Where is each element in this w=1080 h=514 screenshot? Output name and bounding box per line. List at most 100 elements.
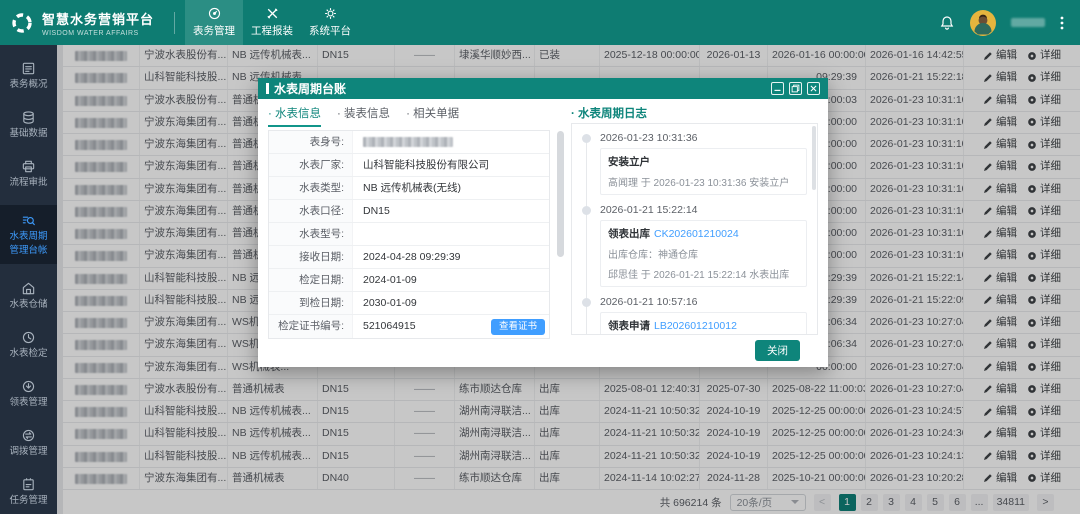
- modal-tab[interactable]: · 相关单据: [406, 105, 459, 127]
- log-document-link[interactable]: LB202601210012: [654, 320, 737, 332]
- approval-icon: [21, 159, 36, 174]
- top-nav-item[interactable]: 系统平台: [301, 0, 359, 45]
- modal-tab[interactable]: · 装表信息: [337, 105, 390, 127]
- meter-cycle-modal: 水表周期台账 · 水表信息· 装表信息· 相关单据 表身号:水表厂家:山科智能科…: [258, 78, 828, 367]
- log-action-name: 安装立户: [608, 156, 650, 168]
- form-label: 检定日期:: [269, 269, 353, 291]
- more-menu-icon[interactable]: [1060, 15, 1064, 31]
- form-label: 水表类型:: [269, 177, 353, 199]
- modal-tabs: · 水表信息 · 装表信息 · 相关单据: [268, 105, 550, 127]
- log-title: · 水表周期日志: [571, 105, 818, 123]
- modal-footer: 关闭: [258, 341, 828, 367]
- logo-text: 智慧水务营销平台 WISDOM WATER AFFAIRS: [42, 9, 154, 37]
- form-label: 表身号:: [269, 131, 353, 153]
- sidebar-item[interactable]: 水表仓储: [0, 278, 57, 313]
- logo-icon: [10, 11, 34, 35]
- header-divider: [174, 12, 175, 34]
- warehouse-icon: [21, 281, 36, 296]
- form-value-text: 2024-04-28 09:29:39: [363, 251, 461, 263]
- close-button[interactable]: 关闭: [755, 340, 800, 361]
- log-box: 2026-01-23 10:31:36 安装立户高闻理 于 2026-01-23 …: [571, 123, 818, 335]
- sidebar-item-label: 领表管理: [9, 397, 47, 408]
- form-value: 2030-01-09: [353, 292, 549, 314]
- close-button[interactable]: [807, 82, 820, 95]
- view-certificate-button[interactable]: 查看证书: [491, 319, 545, 335]
- top-nav-item[interactable]: 工程报装: [243, 0, 301, 45]
- sidebar-item[interactable]: 表务概况: [0, 58, 57, 93]
- form-value: DN15: [353, 200, 549, 222]
- logo-subtitle: WISDOM WATER AFFAIRS: [42, 30, 154, 37]
- redacted-meter-body-no: [363, 137, 453, 147]
- top-nav-label: 系统平台: [309, 23, 351, 38]
- sidebar-item[interactable]: 流程审批: [0, 156, 57, 191]
- close-icon: [809, 84, 818, 93]
- modal-header[interactable]: 水表周期台账: [258, 78, 828, 99]
- restore-icon: [791, 84, 800, 93]
- search-icon: [21, 213, 36, 228]
- form-value-text: 山科智能科技股份有限公司: [363, 159, 489, 171]
- modal-title: 水表周期台账: [274, 80, 346, 97]
- minimize-icon: [773, 84, 782, 93]
- log-entry: 2026-01-21 15:22:14领表出库CK202601210024出库仓…: [600, 204, 811, 287]
- form-row: 表身号:: [269, 131, 549, 154]
- form-label: 到检日期:: [269, 292, 353, 314]
- form-label: 水表口径:: [269, 200, 353, 222]
- log-scrollbar[interactable]: [812, 126, 816, 190]
- transfer-icon: [21, 428, 36, 443]
- log-card-line: 邱思佳 于 2026-01-21 15:22:14 水表出库: [608, 266, 799, 281]
- header-right: [939, 10, 1080, 36]
- timeline-dot-icon: [582, 134, 591, 143]
- form-row: 水表类型:NB 远传机械表(无线): [269, 177, 549, 200]
- form-value-text: DN15: [363, 205, 390, 217]
- log-time: 2026-01-23 10:31:36: [600, 132, 811, 144]
- form-label: 检定证书编号:: [269, 315, 353, 338]
- logo: 智慧水务营销平台 WISDOM WATER AFFAIRS: [0, 9, 164, 37]
- sidebar-item[interactable]: 基础数据: [0, 107, 57, 142]
- database-icon: [21, 110, 36, 125]
- log-card: 领表申请LB202601210012邱思佳 于 2026-01-21 10:57…: [600, 312, 807, 335]
- sidebar-item-label: 基础数据: [9, 128, 47, 139]
- form-value: 山科智能科技股份有限公司: [353, 154, 549, 176]
- modal-tab[interactable]: · 水表信息: [268, 105, 321, 127]
- form-value-text: 2024-01-09: [363, 274, 417, 286]
- form-value-text: 2030-01-09: [363, 297, 417, 309]
- form-value: 521064915查看证书: [353, 315, 549, 338]
- log-document-link[interactable]: CK202601210024: [654, 228, 739, 240]
- sidebar-item[interactable]: 水表检定: [0, 327, 57, 362]
- form-row: 到检日期: 2030-01-09: [269, 292, 549, 315]
- sidebar-item[interactable]: 领表管理: [0, 376, 57, 411]
- form-label: 接收日期:: [269, 246, 353, 268]
- form-row: 水表型号:: [269, 223, 549, 246]
- sidebar-item[interactable]: 水表周期管理台帐: [0, 205, 57, 264]
- form-value: 2024-04-28 09:29:39: [353, 246, 549, 268]
- log-entry: 2026-01-23 10:31:36 安装立户高闻理 于 2026-01-23 …: [600, 132, 811, 195]
- sidebar-item[interactable]: 任务管理: [0, 474, 57, 509]
- form-scrollbar[interactable]: [557, 131, 564, 257]
- log-card-line: 高闻理 于 2026-01-23 10:31:36 安装立户: [608, 174, 799, 189]
- task-icon: [21, 477, 36, 492]
- form-value: [353, 131, 549, 153]
- sidebar-item[interactable]: 调拨管理: [0, 425, 57, 460]
- log-timeline: 2026-01-23 10:31:36 安装立户高闻理 于 2026-01-23 …: [600, 132, 811, 335]
- bell-icon[interactable]: [939, 15, 955, 31]
- sidebar-item-label: 水表检定: [9, 348, 47, 359]
- sidebar-item-label: 任务管理: [9, 495, 47, 506]
- avatar[interactable]: [970, 10, 996, 36]
- log-action-name: 领表出库: [608, 228, 650, 240]
- form-label: 水表型号:: [269, 223, 353, 245]
- form-value: NB 远传机械表(无线): [353, 177, 549, 199]
- log-card: 安装立户高闻理 于 2026-01-23 10:31:36 安装立户: [600, 148, 807, 195]
- top-nav-item[interactable]: 表务管理: [185, 0, 243, 45]
- verify-icon: [21, 330, 36, 345]
- form-row: 检定日期: 2024-01-09: [269, 269, 549, 292]
- sidebar-item-label: 水表周期: [9, 231, 47, 242]
- log-card-title: 领表出库 CK202601210024: [608, 226, 799, 241]
- form-row: 检定证书编号:521064915查看证书: [269, 315, 549, 338]
- redacted-username: [1011, 18, 1045, 27]
- top-nav: 表务管理工程报装系统平台: [185, 0, 359, 45]
- meter-icon: [208, 7, 221, 20]
- cycle-log-panel: · 水表周期日志 2026-01-23 10:31:36 安装立户高闻理 于 20…: [571, 105, 818, 335]
- log-time: 2026-01-21 10:57:16: [600, 296, 811, 308]
- minimize-button[interactable]: [771, 82, 784, 95]
- restore-button[interactable]: [789, 82, 802, 95]
